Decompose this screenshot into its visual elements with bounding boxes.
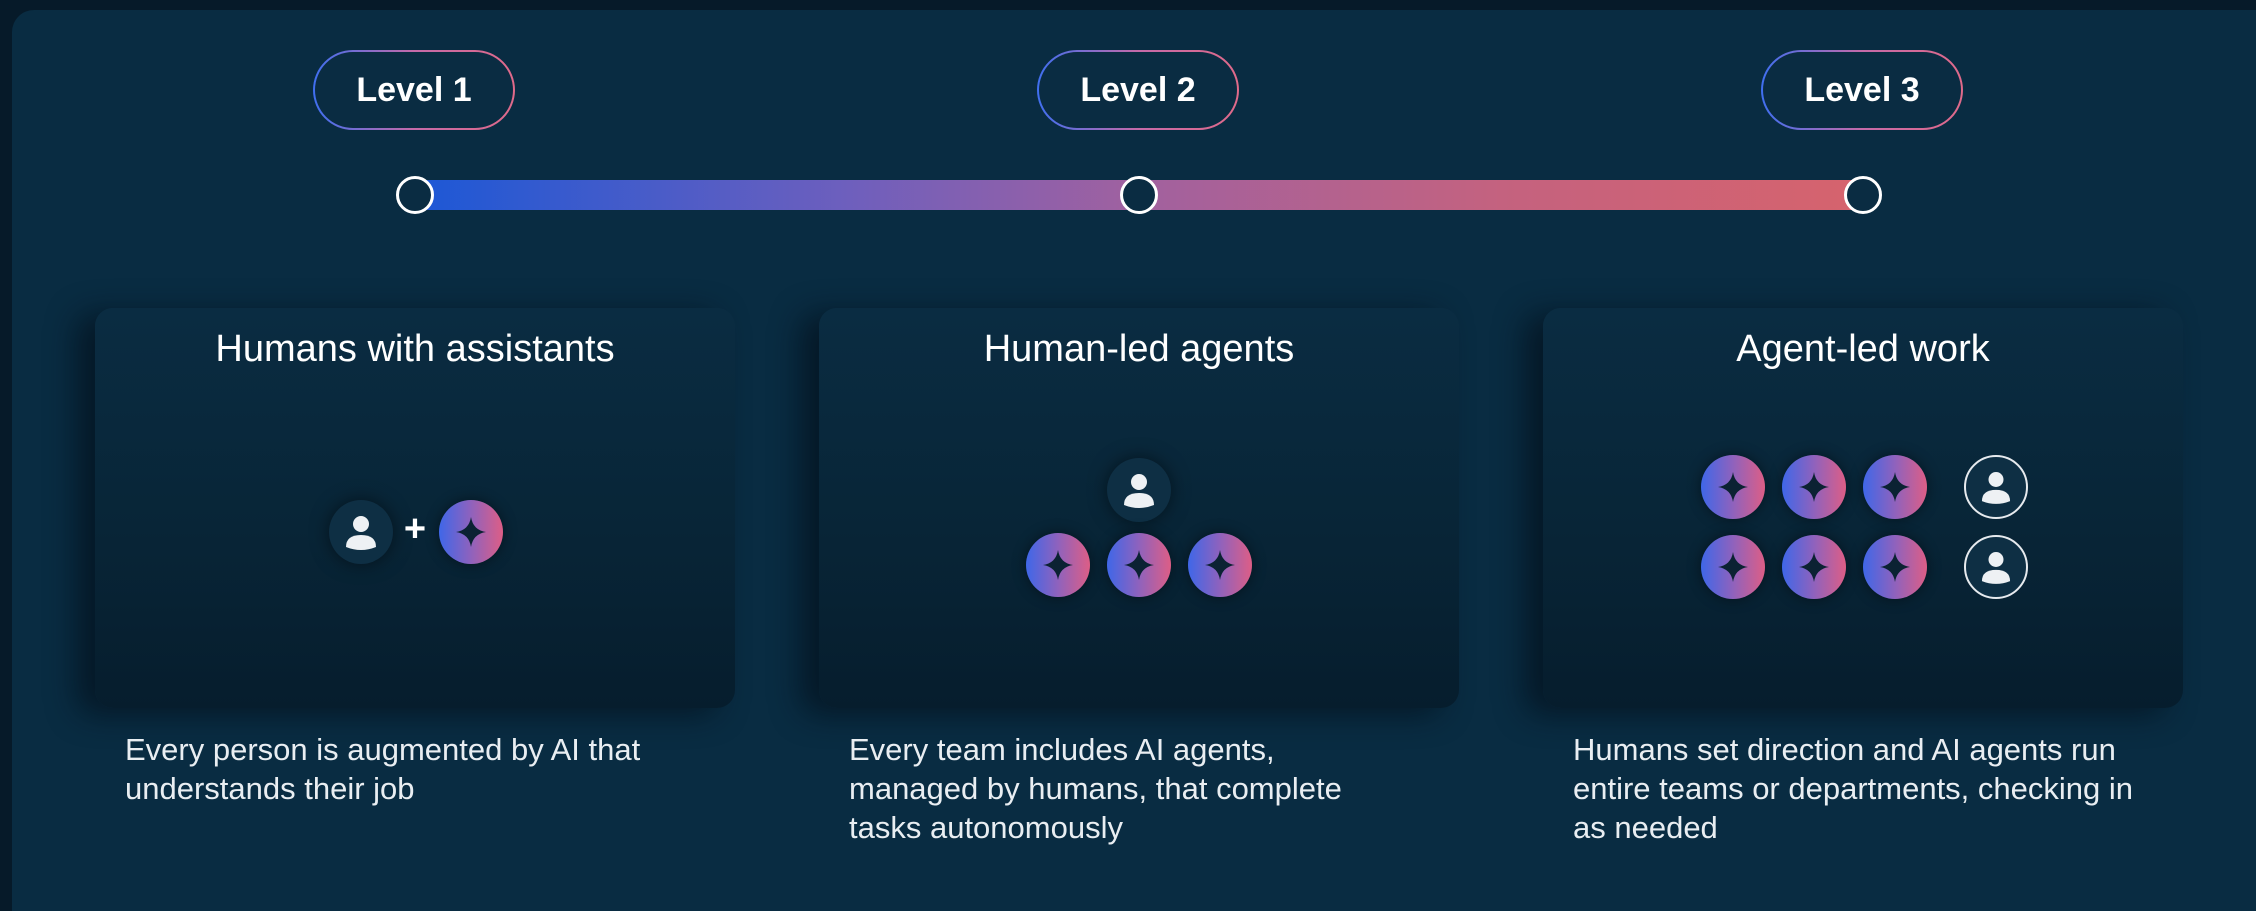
level-1-label: Level 1 (356, 70, 472, 109)
level-2-label: Level 2 (1080, 70, 1196, 109)
sparkle-icon (1107, 533, 1171, 597)
sparkle-icon (1863, 455, 1927, 519)
person-icon (329, 500, 393, 564)
level-3-title: Agent-led work (1736, 328, 1990, 370)
person-icon (1964, 455, 2028, 519)
plus-symbol: + (403, 508, 427, 550)
person-icon (1107, 458, 1171, 522)
level-1-title: Humans with assistants (215, 328, 615, 370)
sparkle-icon (1782, 535, 1846, 599)
level-3-label: Level 3 (1804, 70, 1920, 109)
sparkle-icon (1026, 533, 1090, 597)
level-2-node (1120, 176, 1158, 214)
sparkle-icon (1863, 535, 1927, 599)
level-3-node (1844, 176, 1882, 214)
level-2-card: Human-led agents (819, 308, 1459, 708)
level-3-pill: Level 3 (1761, 50, 1963, 130)
sparkle-icon (1701, 455, 1765, 519)
sparkle-icon (439, 500, 503, 564)
person-icon (1964, 535, 2028, 599)
sparkle-icon (1188, 533, 1252, 597)
level-1-node (396, 176, 434, 214)
level-1-description: Every person is augmented by AI that und… (125, 732, 641, 806)
sparkle-icon (1701, 535, 1765, 599)
level-1-pill: Level 1 (313, 50, 515, 130)
sparkle-icon (1782, 455, 1846, 519)
level-2-description: Every team includes AI agents, managed b… (849, 732, 1342, 845)
level-2-pill: Level 2 (1037, 50, 1239, 130)
level-2-title: Human-led agents (983, 328, 1295, 370)
level-1-card: Humans with assistants + (95, 308, 735, 708)
level-3-card: Agent-led work (1543, 308, 2183, 708)
level-3-description: Humans set direction and AI agents run e… (1573, 732, 2133, 845)
